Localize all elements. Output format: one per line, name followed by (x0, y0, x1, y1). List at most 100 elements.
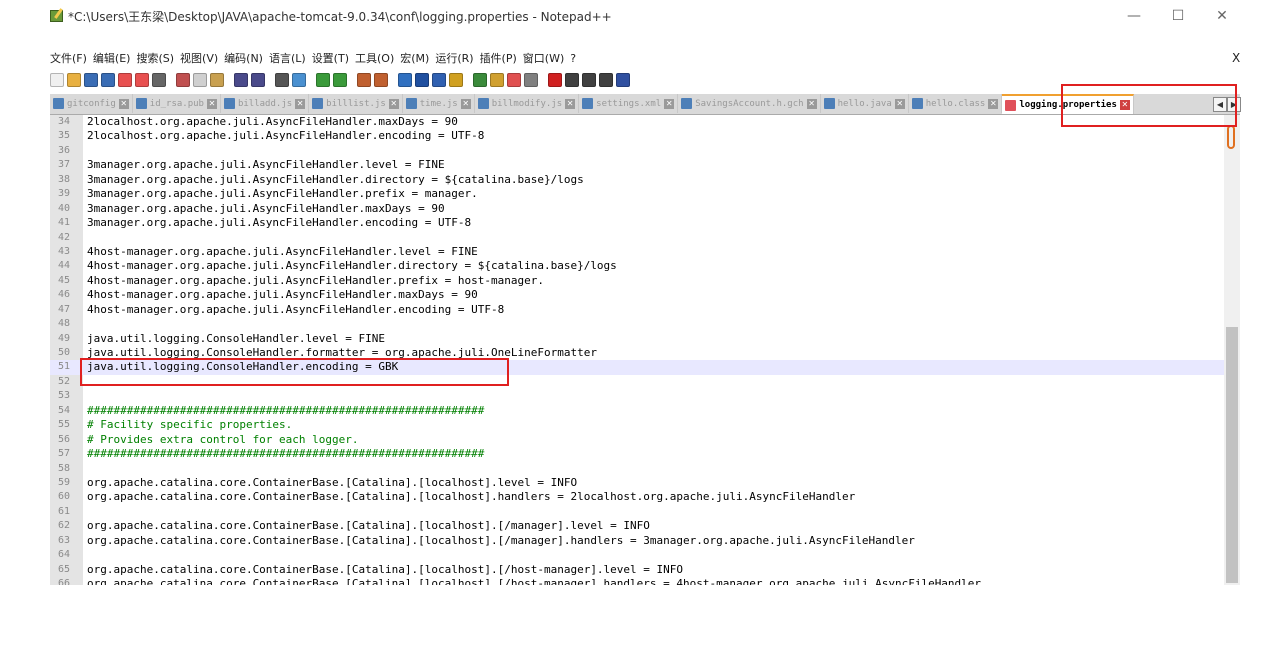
code-line[interactable]: 64 (50, 548, 1224, 562)
menu-item[interactable]: 搜索(S) (136, 52, 174, 65)
paste-icon[interactable] (210, 73, 224, 87)
maximize-button[interactable]: ☐ (1158, 4, 1198, 28)
code-line[interactable]: 54 ######################################… (50, 404, 1224, 418)
code-line[interactable]: 46 4host-manager.org.apache.juli.AsyncFil… (50, 288, 1224, 302)
code-line[interactable]: 47 4host-manager.org.apache.juli.AsyncFil… (50, 303, 1224, 317)
code-line[interactable]: 42 (50, 231, 1224, 245)
menu-item[interactable]: 编码(N) (224, 52, 263, 65)
print-icon[interactable] (152, 73, 166, 87)
menu-item[interactable]: 视图(V) (180, 52, 218, 65)
menu-item[interactable]: 编辑(E) (93, 52, 131, 65)
open-file-icon[interactable] (67, 73, 81, 87)
code-line[interactable]: 61 (50, 505, 1224, 519)
code-line[interactable]: 43 4host-manager.org.apache.juli.AsyncFil… (50, 245, 1224, 259)
code-line[interactable]: 39 3manager.org.apache.juli.AsyncFileHand… (50, 187, 1224, 201)
scrollbar-thumb[interactable] (1226, 327, 1238, 583)
close-window-button[interactable]: ✕ (1202, 4, 1242, 28)
code-line[interactable]: 56 # Provides extra control for each logg… (50, 433, 1224, 447)
code-line[interactable]: 41 3manager.org.apache.juli.AsyncFileHand… (50, 216, 1224, 230)
code-line[interactable]: 55 # Facility specific properties. (50, 418, 1224, 432)
tab-time-js[interactable]: time.js ✕ (403, 94, 475, 113)
code-line[interactable]: 53 (50, 389, 1224, 403)
new-file-icon[interactable] (50, 73, 64, 87)
close-tab-icon[interactable]: ✕ (206, 98, 217, 109)
code-line[interactable]: 58 (50, 462, 1224, 476)
wrap-icon[interactable] (398, 73, 412, 87)
code-line[interactable]: 38 3manager.org.apache.juli.AsyncFileHand… (50, 173, 1224, 187)
code-line[interactable]: 36 (50, 144, 1224, 158)
tab-settings-xml[interactable]: settings.xml ✕ (579, 94, 679, 113)
sync-h-icon[interactable] (374, 73, 388, 87)
code-line[interactable]: 63 org.apache.catalina.core.ContainerBase… (50, 534, 1224, 548)
tab-billlist-js[interactable]: billlist.js ✕ (309, 94, 403, 113)
close-icon[interactable] (118, 73, 132, 87)
run-macro-multiple-icon[interactable] (599, 73, 613, 87)
tab-billadd-js[interactable]: billadd.js ✕ (221, 94, 310, 113)
zoom-in-icon[interactable] (316, 73, 330, 87)
redo-icon[interactable] (251, 73, 265, 87)
doc-map-icon[interactable] (473, 73, 487, 87)
tab-savingsaccount-h-gch[interactable]: SavingsAccount.h.gch ✕ (678, 94, 821, 113)
menu-item[interactable]: 宏(M) (400, 52, 429, 65)
record-macro-icon[interactable] (548, 73, 562, 87)
menu-item[interactable]: 工具(O) (355, 52, 394, 65)
code-line[interactable]: 49 java.util.logging.ConsoleHandler.level… (50, 332, 1224, 346)
code-line[interactable]: 62 org.apache.catalina.core.ContainerBase… (50, 519, 1224, 533)
tab-id-rsa-pub[interactable]: id_rsa.pub ✕ (133, 94, 221, 113)
code-line[interactable]: 44 4host-manager.org.apache.juli.AsyncFil… (50, 259, 1224, 273)
code-line[interactable]: 35 2localhost.org.apache.juli.AsyncFileHa… (50, 129, 1224, 143)
find-icon[interactable] (275, 73, 289, 87)
menu-item[interactable]: 文件(F) (50, 52, 87, 65)
code-line[interactable]: 48 (50, 317, 1224, 331)
minimize-button[interactable]: — (1114, 4, 1154, 28)
tab-gitconfig[interactable]: gitconfig ✕ (50, 94, 133, 113)
copy-icon[interactable] (193, 73, 207, 87)
code-line[interactable]: 37 3manager.org.apache.juli.AsyncFileHand… (50, 158, 1224, 172)
sync-v-icon[interactable] (357, 73, 371, 87)
menu-item[interactable]: ? (570, 52, 576, 65)
vertical-scrollbar[interactable] (1224, 115, 1240, 585)
all-chars-icon[interactable] (415, 73, 429, 87)
code-line[interactable]: 40 3manager.org.apache.juli.AsyncFileHand… (50, 202, 1224, 216)
menu-item[interactable]: 运行(R) (435, 52, 473, 65)
zoom-out-icon[interactable] (333, 73, 347, 87)
close-tab-icon[interactable]: ✕ (295, 98, 306, 109)
close-tab-icon[interactable]: ✕ (565, 98, 576, 109)
menu-item[interactable]: 插件(P) (480, 52, 517, 65)
save-macro-icon[interactable] (616, 73, 630, 87)
menu-item[interactable]: 语言(L) (269, 52, 306, 65)
close-tab-icon[interactable]: ✕ (988, 98, 999, 109)
menu-item[interactable]: 窗口(W) (523, 52, 564, 65)
tab-hello-java[interactable]: hello.java ✕ (821, 94, 909, 113)
code-line[interactable]: 60 org.apache.catalina.core.ContainerBase… (50, 490, 1224, 504)
editor-area[interactable]: 34 2localhost.org.apache.juli.AsyncFileHa… (50, 115, 1224, 585)
close-tab-icon[interactable]: ✕ (388, 98, 399, 109)
close-document-button[interactable]: X (1232, 51, 1240, 65)
udl-icon[interactable] (449, 73, 463, 87)
tab-billmodify-js[interactable]: billmodify.js ✕ (475, 94, 580, 113)
close-tab-icon[interactable]: ✕ (806, 98, 817, 109)
code-line[interactable]: 59 org.apache.catalina.core.ContainerBase… (50, 476, 1224, 490)
close-tab-icon[interactable]: ✕ (894, 98, 905, 109)
close-tab-icon[interactable]: ✕ (664, 98, 675, 109)
save-all-icon[interactable] (101, 73, 115, 87)
function-list-icon[interactable] (490, 73, 504, 87)
code-line[interactable]: 34 2localhost.org.apache.juli.AsyncFileHa… (50, 115, 1224, 129)
cut-icon[interactable] (176, 73, 190, 87)
folder-workspace-icon[interactable] (507, 73, 521, 87)
tab-hello-class[interactable]: hello.class ✕ (909, 94, 1003, 113)
code-line[interactable]: 45 4host-manager.org.apache.juli.AsyncFil… (50, 274, 1224, 288)
indent-guide-icon[interactable] (432, 73, 446, 87)
play-macro-icon[interactable] (582, 73, 596, 87)
code-line[interactable]: 66 org.apache.catalina.core.ContainerBase… (50, 577, 1224, 585)
monitor-icon[interactable] (524, 73, 538, 87)
save-icon[interactable] (84, 73, 98, 87)
code-line[interactable]: 65 org.apache.catalina.core.ContainerBase… (50, 563, 1224, 577)
menu-item[interactable]: 设置(T) (312, 52, 349, 65)
close-all-icon[interactable] (135, 73, 149, 87)
close-tab-icon[interactable]: ✕ (460, 98, 471, 109)
undo-icon[interactable] (234, 73, 248, 87)
close-tab-icon[interactable]: ✕ (118, 98, 129, 109)
code-line[interactable]: 57 ######################################… (50, 447, 1224, 461)
replace-icon[interactable] (292, 73, 306, 87)
